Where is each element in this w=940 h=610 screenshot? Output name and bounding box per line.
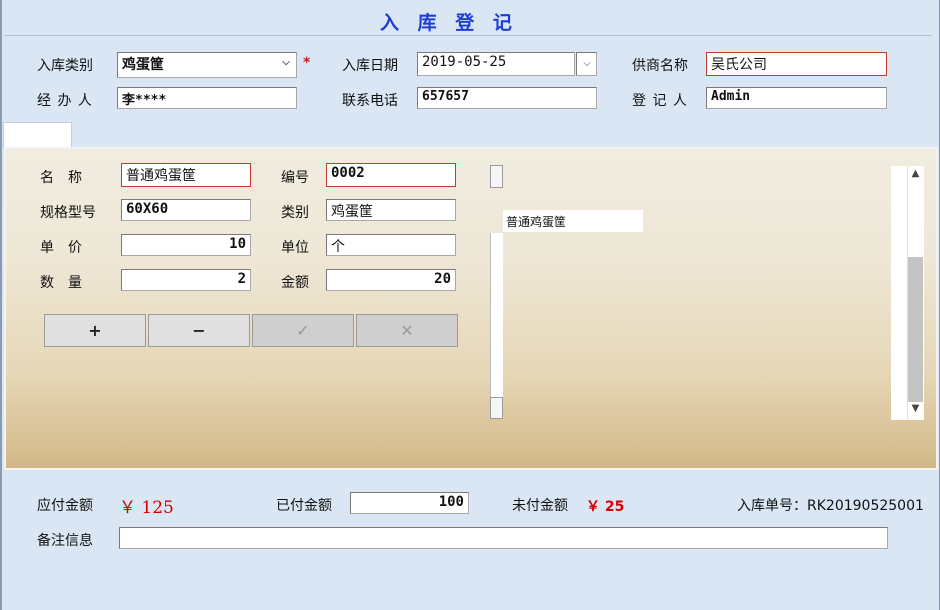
- type-input[interactable]: 鸡蛋筐: [326, 199, 456, 221]
- remark-label: 备注信息: [37, 533, 93, 549]
- item-code-input[interactable]: 0002: [326, 163, 456, 187]
- supplier-label: 供商名称: [632, 58, 688, 74]
- type-label: 类别: [281, 205, 309, 221]
- unit-input[interactable]: 个: [326, 234, 456, 256]
- amount-input[interactable]: 20: [326, 269, 456, 291]
- price-input[interactable]: 10: [121, 234, 251, 256]
- paid-label: 已付金额: [276, 498, 332, 514]
- date-picker-button[interactable]: ⌵: [576, 52, 597, 76]
- item-detail-panel: [4, 147, 938, 470]
- registrar-input[interactable]: Admin: [706, 87, 887, 109]
- category-label: 入库类别: [37, 58, 93, 74]
- required-mark: *: [303, 55, 311, 71]
- chevron-down-icon: ⌵: [583, 58, 591, 69]
- scroll-down-icon[interactable]: ▼: [908, 403, 923, 419]
- date-label: 入库日期: [342, 58, 398, 74]
- payable-label: 应付金额: [37, 498, 93, 514]
- item-code-label: 编号: [281, 170, 309, 186]
- title-divider: [4, 35, 932, 36]
- price-label: 单 价: [40, 240, 82, 256]
- paid-input[interactable]: 100: [350, 492, 469, 514]
- tab-detail[interactable]: [3, 122, 72, 148]
- phone-label: 联系电话: [342, 93, 398, 109]
- quantity-input[interactable]: 2: [121, 269, 251, 291]
- amount-label: 金额: [281, 275, 309, 291]
- unit-label: 单位: [281, 240, 309, 256]
- payable-value: ￥ 125: [119, 498, 174, 518]
- confirm-item-button[interactable]: ✓: [252, 314, 354, 347]
- splitter-handle-top[interactable]: [490, 165, 503, 188]
- date-input[interactable]: 2019-05-25: [417, 52, 575, 76]
- unpaid-label: 未付金额: [512, 498, 568, 514]
- window-left-border: [0, 0, 2, 610]
- spec-label: 规格型号: [40, 205, 96, 221]
- handler-label: 经 办 人: [37, 93, 93, 109]
- splitter-handle-bottom[interactable]: [490, 397, 503, 419]
- page-title: 入 库 登 记: [380, 12, 518, 34]
- scrollbar-thumb[interactable]: [908, 257, 923, 402]
- unpaid-value: ￥ 25: [586, 499, 625, 515]
- add-item-button[interactable]: +: [44, 314, 146, 347]
- category-select[interactable]: 鸡蛋筐 ⌵: [117, 52, 297, 78]
- remove-item-button[interactable]: −: [148, 314, 250, 347]
- chevron-down-icon: ⌵: [282, 57, 290, 68]
- order-number: 入库单号：RK20190525001: [737, 498, 924, 514]
- handler-input[interactable]: 李****: [117, 87, 297, 109]
- remark-input[interactable]: [119, 527, 888, 549]
- splitter-track: [490, 233, 503, 419]
- item-name-label: 名 称: [40, 170, 82, 186]
- list-item[interactable]: 普通鸡蛋筐: [503, 210, 643, 232]
- scroll-up-icon[interactable]: ▲: [908, 168, 923, 184]
- phone-input[interactable]: 657657: [417, 87, 597, 109]
- category-value: 鸡蛋筐: [122, 57, 164, 73]
- quantity-label: 数 量: [40, 275, 82, 291]
- spec-input[interactable]: 60X60: [121, 199, 251, 221]
- registrar-label: 登 记 人: [632, 93, 688, 109]
- cancel-item-button[interactable]: ✕: [356, 314, 458, 347]
- item-name-input[interactable]: 普通鸡蛋筐: [121, 163, 251, 187]
- supplier-input[interactable]: 吴氏公司: [706, 52, 887, 76]
